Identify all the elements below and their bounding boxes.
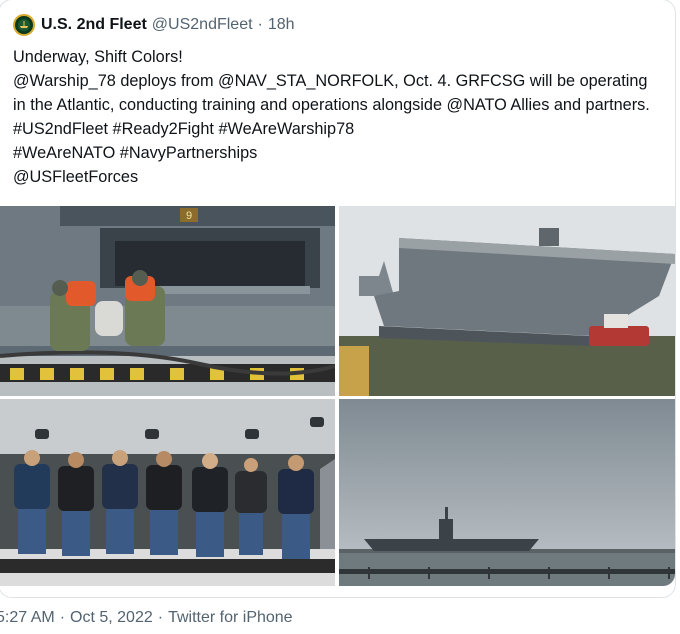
relative-time[interactable]: 18h [268,16,295,34]
account-handle[interactable]: @US2ndFleet [152,16,253,34]
tweet-text: Underway, Shift Colors! @Warship_78 depl… [13,48,650,186]
post-time[interactable]: 5:27 AM [0,609,55,626]
tweet-footer: 5:27 AM · Oct 5, 2022 · Twitter for iPhone [0,609,293,627]
separator-dot: · [59,609,66,626]
fleet-emblem-icon [18,19,30,31]
tweet-header: U.S. 2nd Fleet @US2ndFleet · 18h [13,13,295,37]
photo-carrier-departing-pier[interactable] [339,206,675,396]
photo-carrier-at-sea[interactable] [339,399,675,586]
media-grid: 9 [0,206,675,586]
photo-sailors-handling-line[interactable]: 9 [0,206,335,396]
account-name[interactable]: U.S. 2nd Fleet [41,16,147,34]
post-source[interactable]: Twitter for iPhone [168,609,293,626]
avatar[interactable] [13,14,35,36]
hull-number: 9 [186,210,192,222]
post-date[interactable]: Oct 5, 2022 [70,609,153,626]
photo-crew-lineup-hangar[interactable] [0,399,335,586]
separator-dot: · [157,609,164,626]
separator-dot: · [257,16,263,33]
